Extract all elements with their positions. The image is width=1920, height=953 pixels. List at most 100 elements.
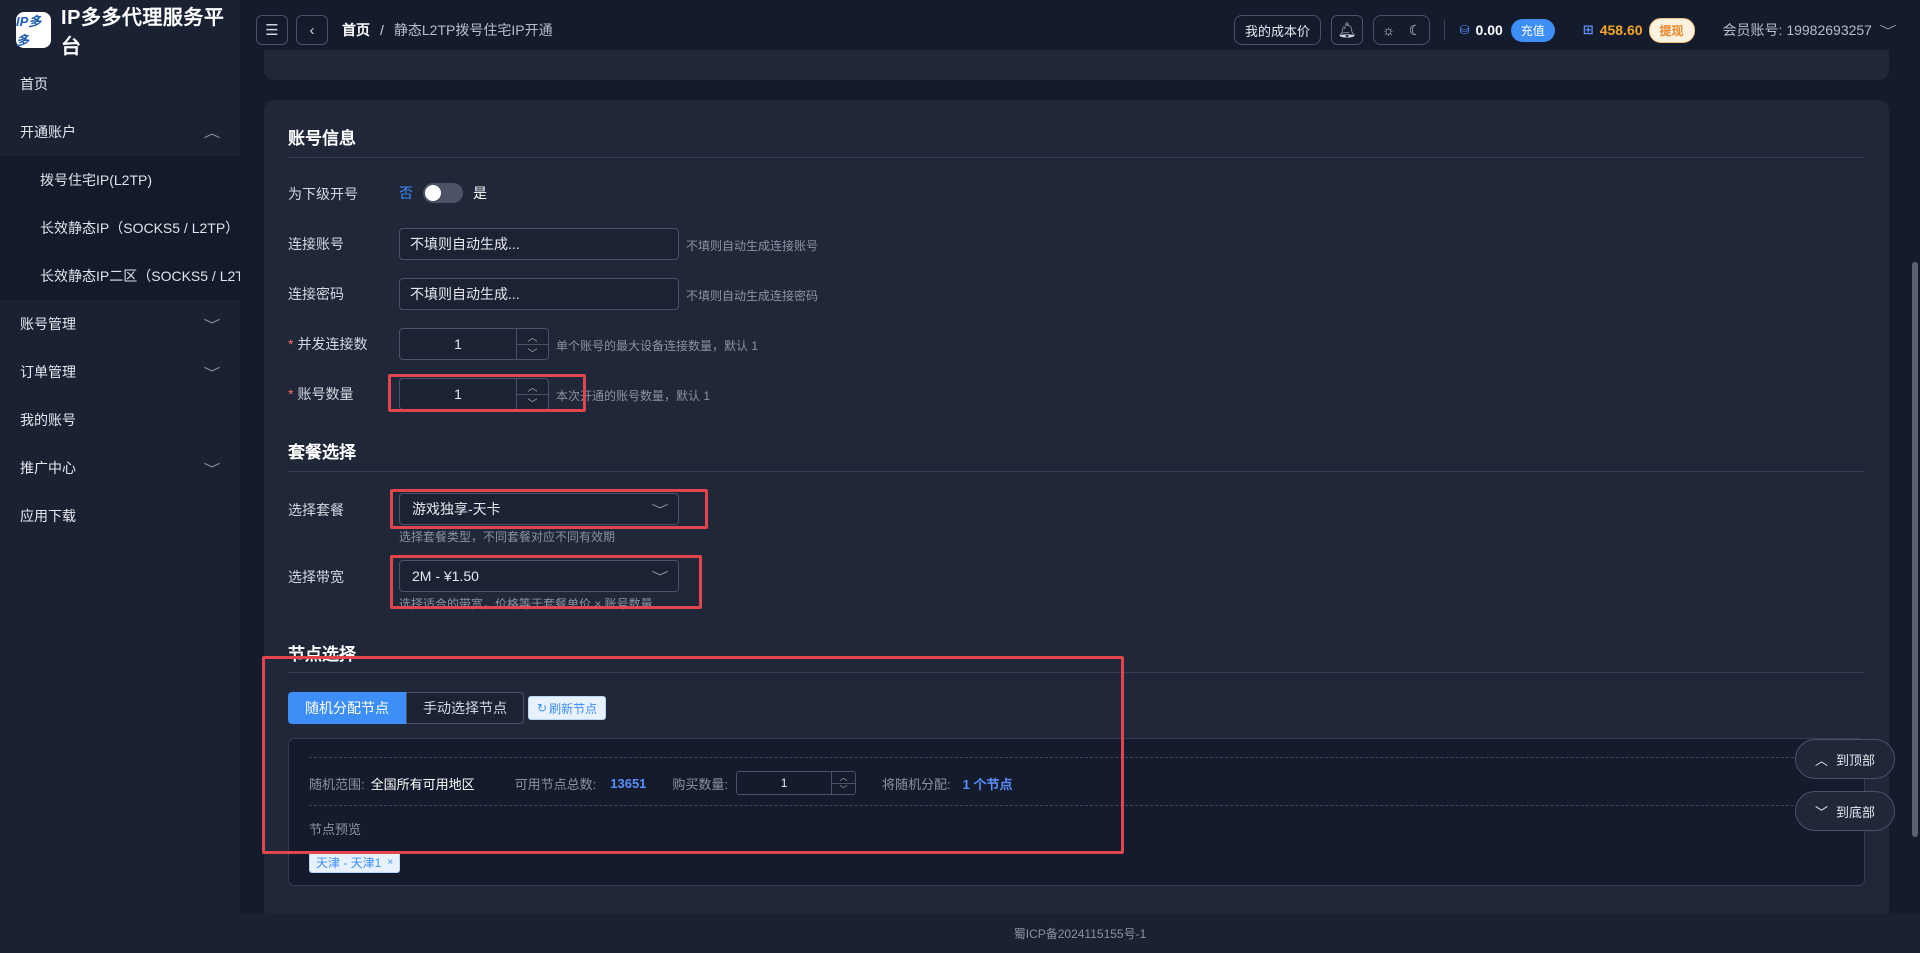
toggle-no-label: 否 bbox=[399, 185, 413, 201]
concurrency-hint: 单个账号的最大设备连接数量，默认 1 bbox=[556, 339, 759, 353]
chevron-down-icon: ﹀ bbox=[651, 569, 669, 584]
section-title-account: 账号信息 bbox=[288, 129, 356, 148]
my-cost-button[interactable]: 我的成本价 bbox=[1234, 15, 1322, 45]
toggle-switch[interactable] bbox=[423, 183, 463, 203]
tab-random-node[interactable]: 随机分配节点 bbox=[288, 692, 406, 724]
scroll-to-top-button[interactable]: ︿ 到顶部 bbox=[1795, 739, 1895, 779]
menu-toggle-button[interactable]: ☰ bbox=[256, 15, 288, 45]
chevron-down-icon: ﹀ bbox=[651, 502, 669, 517]
recharge-button[interactable]: 充值 bbox=[1510, 18, 1555, 42]
sidebar-item-label: 账号管理 bbox=[20, 316, 76, 332]
back-button[interactable]: ‹ bbox=[296, 15, 328, 45]
previous-card bbox=[264, 50, 1889, 80]
range-label: 随机范围: bbox=[309, 776, 365, 792]
sidebar-item-promotion[interactable]: 推广中心 ﹀ bbox=[0, 444, 240, 492]
bell-icon: 🔔︎ bbox=[1337, 22, 1357, 39]
sidebar-item-open-account[interactable]: 开通账户 ︿ bbox=[0, 108, 240, 156]
scrollbar-thumb[interactable] bbox=[1912, 262, 1918, 837]
bandwidth-hint: 选择适合的带宽，价格等于套餐单价 × 账号数量 bbox=[399, 597, 653, 611]
range-value: 全国所有可用地区 bbox=[370, 776, 475, 792]
chevron-down-icon[interactable]: ﹀ bbox=[1880, 22, 1897, 39]
package-select-value: 游戏独享-天卡 bbox=[412, 501, 501, 517]
scroll-to-bottom-button[interactable]: ﹀ 到底部 bbox=[1795, 791, 1895, 831]
sidebar-item-label: 应用下载 bbox=[20, 508, 76, 524]
brand[interactable]: IP多多 IP多多代理服务平台 bbox=[0, 0, 240, 60]
moon-icon[interactable]: ☾ bbox=[1409, 22, 1422, 39]
commission-value: 458.60 bbox=[1599, 22, 1643, 38]
required-mark: * bbox=[288, 336, 294, 352]
sidebar-subitem-static-zone2[interactable]: 长效静态IP二区（SOCKS5 / L2TP） bbox=[0, 252, 240, 300]
sidebar-item-label: 我的账号 bbox=[20, 412, 76, 428]
decrement-icon[interactable]: ﹀ bbox=[832, 784, 855, 795]
buy-quantity-value[interactable]: 1 bbox=[737, 772, 831, 794]
sidebar-subitem-static[interactable]: 长效静态IP（SOCKS5 / L2TP） bbox=[0, 204, 240, 252]
decrement-icon[interactable]: ﹀ bbox=[517, 395, 548, 410]
scroll-bottom-label: 到底部 bbox=[1836, 804, 1876, 820]
chevron-down-icon: ﹀ bbox=[203, 461, 221, 476]
sidebar-item-orders[interactable]: 订单管理 ﹀ bbox=[0, 348, 240, 396]
scroll-top-label: 到顶部 bbox=[1836, 752, 1876, 768]
concurrency-stepper[interactable]: 1 ︿ ﹀ bbox=[399, 328, 549, 360]
buy-label: 购买数量: bbox=[672, 776, 729, 792]
sidebar-submenu: 拨号住宅IP(L2TP) 长效静态IP（SOCKS5 / L2TP） 长效静态I… bbox=[0, 156, 240, 300]
bandwidth-select-value: 2M - ¥1.50 bbox=[412, 568, 479, 584]
commission: ⊞ 458.60 提现 bbox=[1582, 17, 1695, 43]
refresh-label: 刷新节点 bbox=[549, 701, 598, 716]
concurrency-label: * 并发连接数 bbox=[288, 336, 368, 352]
chevron-down-icon: ﹀ bbox=[1814, 804, 1828, 820]
decrement-icon[interactable]: ﹀ bbox=[517, 345, 548, 360]
toggle-yes-label: 是 bbox=[473, 185, 487, 201]
sidebar-item-download[interactable]: 应用下载 bbox=[0, 492, 240, 540]
chevron-left-icon: ‹ bbox=[309, 21, 315, 39]
account-count-value[interactable]: 1 bbox=[400, 379, 516, 409]
chevron-down-icon: ﹀ bbox=[203, 317, 221, 332]
sidebar-subitem-dial-l2tp[interactable]: 拨号住宅IP(L2TP) bbox=[0, 156, 240, 204]
concurrency-value[interactable]: 1 bbox=[400, 329, 516, 359]
increment-icon[interactable]: ︿ bbox=[517, 329, 548, 345]
tab-manual-node[interactable]: 手动选择节点 bbox=[406, 692, 524, 724]
chevron-down-icon: ﹀ bbox=[203, 365, 221, 380]
conn-account-hint: 不填则自动生成连接账号 bbox=[686, 239, 819, 253]
account-count-label: * 账号数量 bbox=[288, 386, 354, 402]
sidebar-item-label: 推广中心 bbox=[20, 460, 76, 476]
buy-quantity-stepper[interactable]: 1 ︿ ﹀ bbox=[736, 771, 857, 795]
withdraw-button[interactable]: 提现 bbox=[1648, 17, 1695, 43]
account-count-stepper[interactable]: 1 ︿ ﹀ bbox=[399, 378, 549, 410]
divider bbox=[288, 471, 1865, 472]
refresh-nodes-button[interactable]: ↻ 刷新节点 bbox=[528, 696, 607, 720]
coins-icon: ⛁ bbox=[1459, 23, 1470, 37]
section-title-node: 节点选择 bbox=[288, 645, 356, 664]
sidebar-item-label: 订单管理 bbox=[20, 364, 76, 380]
notification-button[interactable]: 🔔︎ bbox=[1331, 15, 1364, 45]
icp-link[interactable]: 蜀ICP备2024115155号-1 bbox=[1014, 925, 1147, 942]
conn-password-input[interactable]: 不填则自动生成... bbox=[399, 278, 679, 310]
conn-account-input[interactable]: 不填则自动生成... bbox=[399, 228, 679, 260]
theme-switch[interactable]: ☼ ☾ bbox=[1373, 15, 1431, 45]
member-account[interactable]: 会员账号: 19982693257 bbox=[1723, 20, 1872, 40]
divider bbox=[309, 757, 1844, 758]
conn-account-label: 连接账号 bbox=[288, 236, 344, 252]
sub-account-toggle[interactable]: 否 是 bbox=[399, 183, 487, 203]
increment-icon[interactable]: ︿ bbox=[832, 772, 856, 784]
package-label: 选择套餐 bbox=[288, 502, 344, 518]
hamburger-icon: ☰ bbox=[265, 22, 279, 39]
sidebar-item-account-manage[interactable]: 账号管理 ﹀ bbox=[0, 300, 240, 348]
node-preview-tag[interactable]: 天津 - 天津1 × bbox=[309, 851, 401, 873]
bandwidth-select[interactable]: 2M - ¥1.50 ﹀ bbox=[399, 560, 679, 592]
sun-icon[interactable]: ☼ bbox=[1382, 22, 1395, 38]
package-select[interactable]: 游戏独享-天卡 ﹀ bbox=[399, 493, 679, 525]
node-info-row: 随机范围: 全国所有可用地区 可用节点总数: 13651 购买数量: 1 ︿ ﹀ … bbox=[309, 771, 1013, 795]
balance-value: 0.00 bbox=[1475, 22, 1503, 38]
brand-title: IP多多代理服务平台 bbox=[61, 7, 225, 58]
close-icon[interactable]: × bbox=[387, 857, 393, 868]
sidebar-item-my-account[interactable]: 我的账号 bbox=[0, 396, 240, 444]
account-count-hint: 本次开通的账号数量，默认 1 bbox=[556, 389, 711, 403]
gift-icon: ⊞ bbox=[1582, 22, 1594, 37]
increment-icon[interactable]: ︿ bbox=[517, 379, 548, 395]
breadcrumb-home[interactable]: 首页 bbox=[342, 20, 370, 40]
form-card: 账号信息 为下级开号 否 是 连接账号 不填则自动生成... 不填则自动生成连接… bbox=[262, 100, 1889, 920]
balance: ⛁ 0.00 充值 bbox=[1459, 18, 1555, 42]
sidebar-item-home[interactable]: 首页 bbox=[0, 60, 240, 108]
sidebar: IP多多 IP多多代理服务平台 首页 开通账户 ︿ 拨号住宅IP(L2TP) 长… bbox=[0, 0, 240, 953]
section-title-package: 套餐选择 bbox=[288, 443, 356, 462]
